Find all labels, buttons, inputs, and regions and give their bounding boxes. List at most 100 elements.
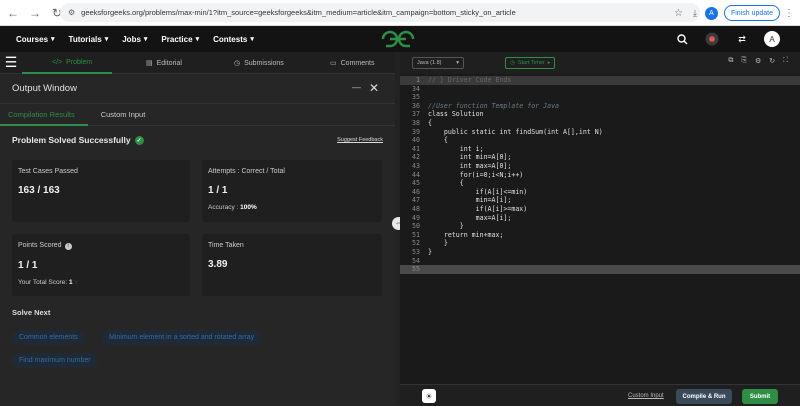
code-line[interactable]: 48 if(A[i]>=max) bbox=[400, 205, 800, 214]
finish-update-button[interactable]: Finish update bbox=[723, 5, 780, 21]
submit-button[interactable]: Submit bbox=[742, 389, 778, 404]
play-icon: ▸ bbox=[547, 60, 551, 66]
line-number: 34 bbox=[412, 84, 420, 93]
test-cases-label: Test Cases Passed bbox=[18, 168, 78, 175]
browser-toolbar: ← → ↻ ⚙ geeksforgeeks.org/problems/max-m… bbox=[0, 0, 800, 26]
start-timer-button[interactable]: ◷ Start Timer ▸ bbox=[505, 57, 556, 69]
menu-tutorials[interactable]: Tutorials ▾ bbox=[69, 35, 109, 44]
code-line[interactable]: 55 bbox=[400, 265, 800, 274]
menu-jobs[interactable]: Jobs ▾ bbox=[122, 35, 147, 44]
code-line[interactable]: 35 bbox=[400, 93, 800, 102]
code-line[interactable]: 37 class Solution bbox=[400, 110, 800, 119]
menu-courses[interactable]: Courses ▾ bbox=[16, 35, 55, 44]
menu-label: Practice bbox=[161, 34, 193, 44]
gfg-logo[interactable] bbox=[380, 29, 416, 49]
lightbulb-icon[interactable]: ☀ bbox=[422, 389, 436, 403]
total-score-label: Your Total Score: bbox=[18, 279, 68, 286]
tab-compilation-results[interactable]: Compilation Results bbox=[8, 110, 75, 119]
download-icon[interactable]: ⤓ bbox=[693, 8, 697, 19]
tab-problem[interactable]: </> Problem bbox=[52, 59, 92, 66]
language-select[interactable]: Java (1.8) ▾ bbox=[412, 57, 464, 69]
output-window: Output Window — ✕ Compilation Results Cu… bbox=[0, 74, 395, 406]
code-line[interactable]: 36 //User function Template for Java bbox=[400, 102, 800, 111]
back-icon[interactable]: ← bbox=[4, 4, 22, 22]
tab-submissions[interactable]: ◷ Submissions bbox=[234, 59, 284, 68]
line-number: 39 bbox=[412, 127, 420, 136]
line-text: { bbox=[428, 119, 432, 127]
code-line[interactable]: 46 if(A[i]<=min) bbox=[400, 188, 800, 197]
address-bar[interactable]: ⚙ geeksforgeeks.org/problems/max-min/1?i… bbox=[60, 3, 700, 22]
code-line[interactable]: 52 } bbox=[400, 239, 800, 248]
code-line[interactable]: 49 max=A[i]; bbox=[400, 214, 800, 223]
line-number: 49 bbox=[412, 213, 420, 222]
info-icon[interactable]: i bbox=[64, 243, 72, 250]
line-text: } bbox=[428, 222, 464, 231]
tab-label: Problem bbox=[66, 59, 93, 66]
forward-icon[interactable]: → bbox=[26, 4, 44, 22]
code-line[interactable]: 47 min=A[i]; bbox=[400, 196, 800, 205]
load-icon[interactable]: ⎘ bbox=[741, 57, 747, 65]
kebab-menu-icon[interactable]: ⋮ bbox=[784, 8, 794, 19]
code-line[interactable]: 1 // } Driver Code Ends bbox=[400, 76, 800, 85]
code-line[interactable]: 34 bbox=[400, 85, 800, 94]
menu-contests[interactable]: Contests ▾ bbox=[213, 35, 254, 44]
code-line[interactable]: 50 } bbox=[400, 222, 800, 231]
language-icon[interactable]: ⇄ bbox=[734, 31, 750, 47]
code-line[interactable]: 41 int i; bbox=[400, 145, 800, 154]
solve-next-chip[interactable]: Common elements bbox=[12, 330, 85, 345]
code-line[interactable]: 51 return min+max; bbox=[400, 231, 800, 240]
line-number: 55 bbox=[412, 265, 420, 274]
close-icon[interactable]: ✕ bbox=[369, 81, 379, 95]
profile-avatar[interactable]: A bbox=[704, 6, 718, 20]
tab-custom-input[interactable]: Custom Input bbox=[101, 110, 146, 119]
code-line[interactable]: 39 public static int findSum(int A[],int… bbox=[400, 128, 800, 137]
output-window-header: Output Window — ✕ bbox=[0, 74, 395, 104]
timer-icon: ◷ bbox=[510, 60, 515, 66]
line-text: public static int findSum(int A[],int N) bbox=[428, 127, 603, 136]
line-text: int i; bbox=[428, 144, 484, 153]
menu-label: Tutorials bbox=[68, 34, 102, 44]
minimize-icon[interactable]: — bbox=[352, 82, 361, 92]
chevron-down-icon: ▾ bbox=[104, 36, 109, 43]
total-score-line: Your Total Score: 1 ↑ bbox=[18, 279, 184, 286]
attempts-label: Attempts : Correct / Total bbox=[208, 168, 285, 175]
custom-input-link[interactable]: Custom Input bbox=[628, 393, 664, 399]
code-line[interactable]: 38 { bbox=[400, 119, 800, 128]
line-text: // } Driver Code Ends bbox=[428, 76, 512, 84]
suggest-feedback-link[interactable]: Suggest Feedback bbox=[337, 137, 383, 143]
code-line[interactable]: 40 { bbox=[400, 136, 800, 145]
copy-icon[interactable]: ⧉ bbox=[728, 57, 733, 65]
solve-next-chip[interactable]: Minimum element in a sorted and rotated … bbox=[102, 330, 262, 345]
solve-next-title: Solve Next bbox=[12, 308, 51, 317]
line-number: 44 bbox=[412, 170, 420, 179]
site-info-icon[interactable]: ⚙ bbox=[68, 8, 75, 17]
code-line[interactable]: 44 for(i=0;i<N;i++) bbox=[400, 171, 800, 180]
code-line[interactable]: 54 bbox=[400, 257, 800, 266]
line-text: { bbox=[428, 136, 448, 145]
reset-icon[interactable]: ↻ bbox=[769, 57, 775, 65]
hamburger-icon[interactable]: ☰ bbox=[0, 52, 22, 74]
user-avatar[interactable]: A bbox=[764, 31, 780, 47]
bookmark-star-icon[interactable]: ☆ bbox=[674, 8, 683, 19]
points-card: Points Scored i 1 / 1 Your Total Score: 1… bbox=[12, 234, 190, 296]
tab-comments[interactable]: ▭ Comments bbox=[330, 59, 374, 68]
chevron-down-icon: ▾ bbox=[143, 36, 148, 43]
menu-practice[interactable]: Practice ▾ bbox=[161, 35, 199, 44]
menu-label: Contests bbox=[213, 34, 248, 44]
theme-toggle-icon[interactable] bbox=[704, 31, 720, 47]
settings-icon[interactable]: ⚙ bbox=[755, 57, 761, 65]
solve-next-chip[interactable]: Find maximum number bbox=[12, 353, 98, 368]
tab-label: Submissions bbox=[244, 59, 284, 67]
code-editor-panel: Java (1.8) ▾ ◷ Start Timer ▸ ⧉ ⎘ ⚙ ↻ ⛶ 1 // … bbox=[400, 52, 800, 406]
code-area[interactable]: 1 // } Driver Code Ends 34 35 36 //User funct… bbox=[400, 74, 800, 374]
code-line[interactable]: 53} bbox=[400, 248, 800, 257]
code-line[interactable]: 42 int min=A[0]; bbox=[400, 153, 800, 162]
tab-editorial[interactable]: ▤ Editorial bbox=[146, 59, 182, 68]
line-text: class Solution bbox=[428, 110, 484, 119]
code-line[interactable]: 45 { bbox=[400, 179, 800, 188]
code-line[interactable]: 43 int max=A[0]; bbox=[400, 162, 800, 171]
line-number: 35 bbox=[412, 93, 420, 102]
compile-run-button[interactable]: Compile & Run bbox=[676, 389, 732, 404]
fullscreen-icon[interactable]: ⛶ bbox=[783, 57, 788, 65]
search-icon[interactable] bbox=[674, 31, 690, 47]
